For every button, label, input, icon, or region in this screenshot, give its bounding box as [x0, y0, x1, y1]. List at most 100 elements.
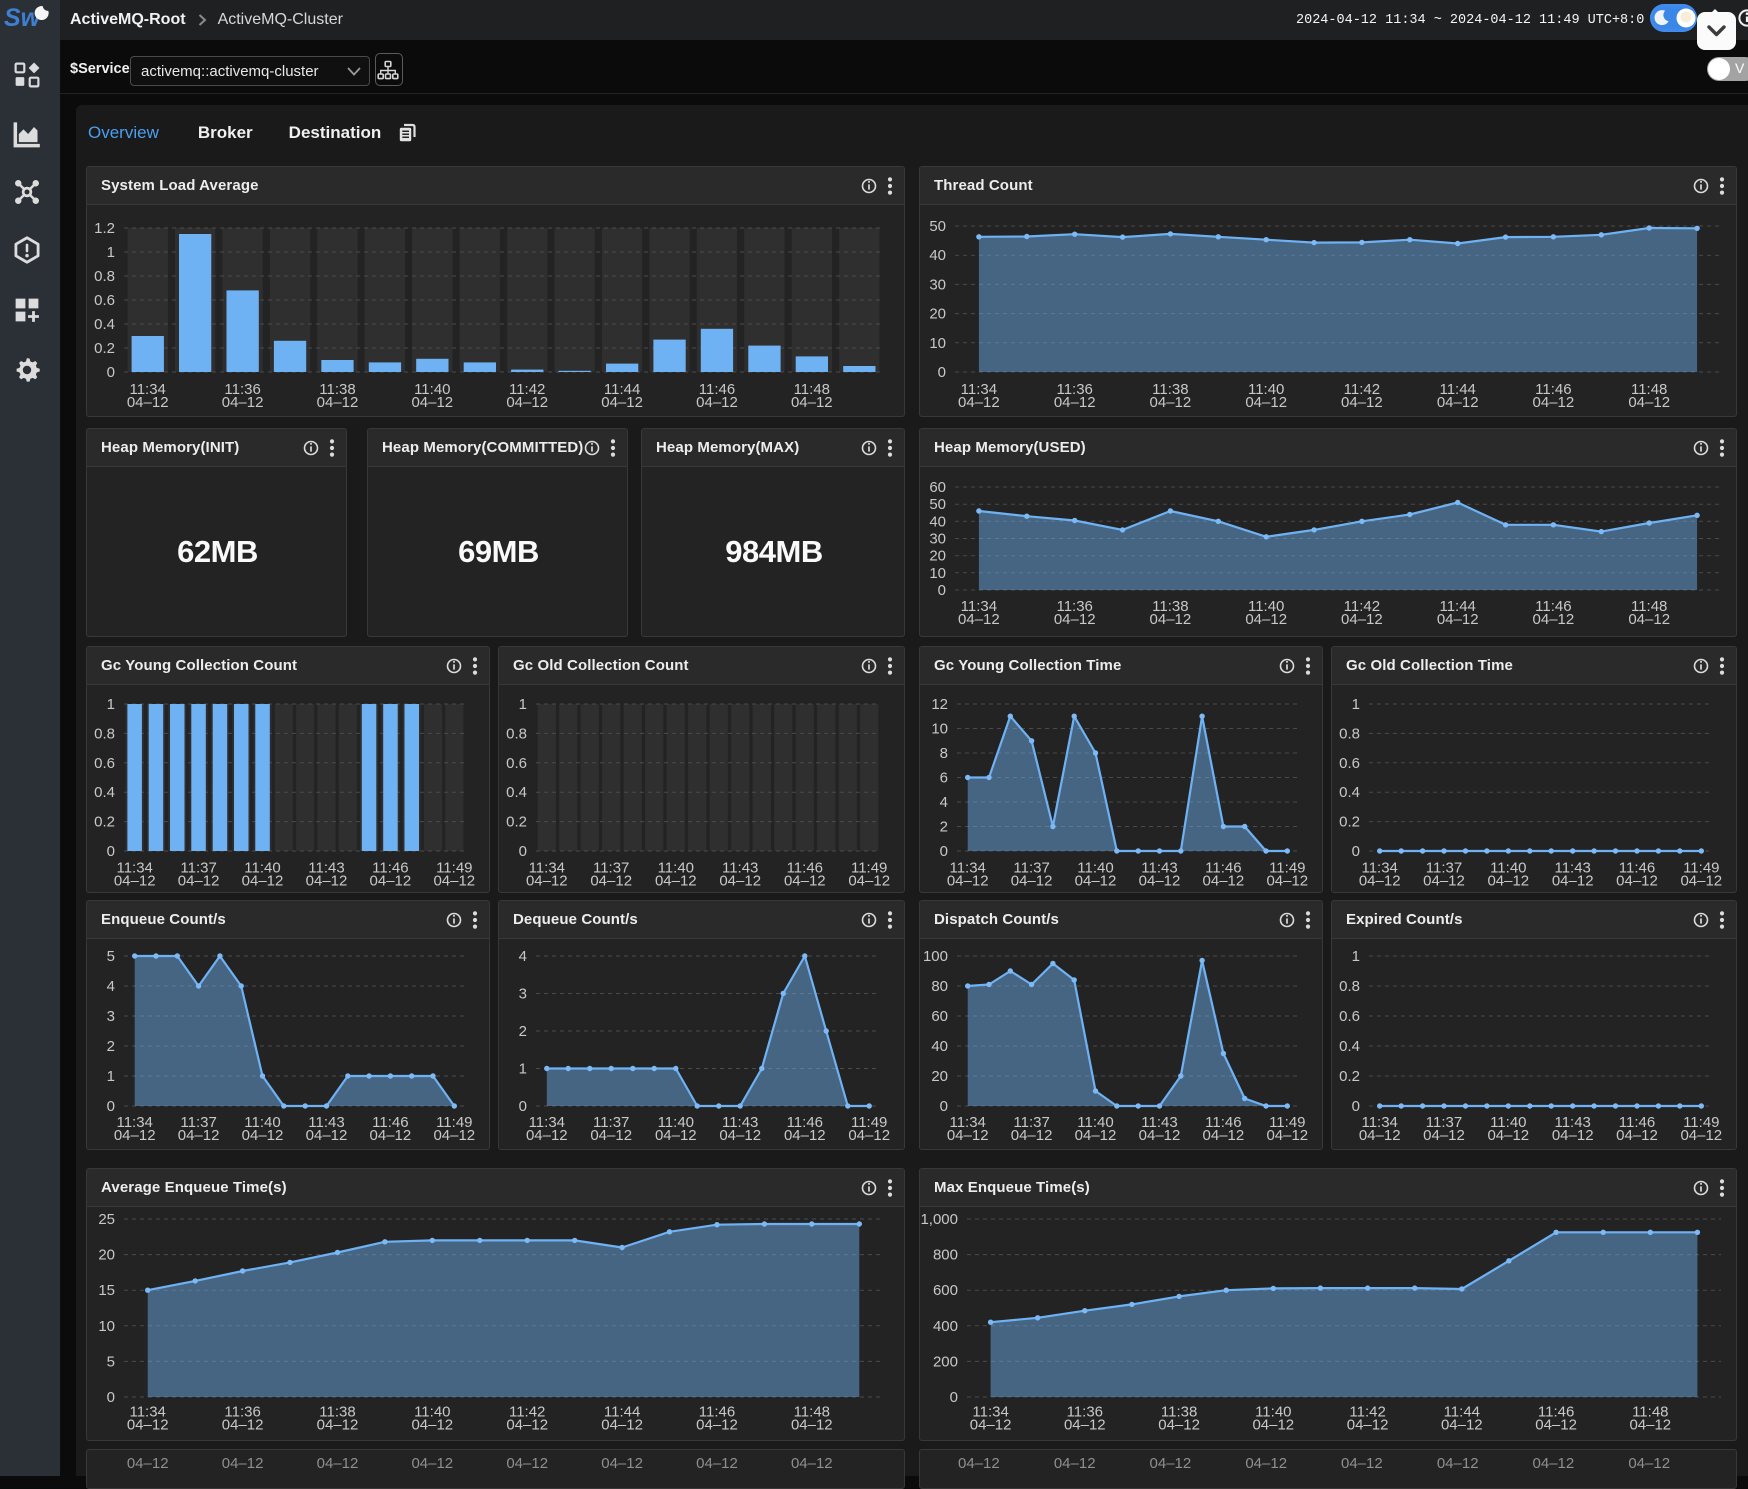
svg-text:04–12: 04–12 [242, 1127, 284, 1144]
svg-text:1,000: 1,000 [920, 1211, 958, 1228]
svg-text:10: 10 [929, 565, 946, 582]
svg-text:04–12: 04–12 [791, 394, 833, 411]
svg-text:200: 200 [933, 1353, 958, 1370]
svg-text:0: 0 [107, 1098, 115, 1115]
svg-text:0: 0 [519, 843, 527, 860]
svg-text:3: 3 [107, 1008, 115, 1025]
svg-text:04–12: 04–12 [970, 1417, 1012, 1434]
svg-text:04–12: 04–12 [590, 873, 632, 890]
svg-text:0: 0 [107, 843, 115, 860]
svg-text:1: 1 [519, 696, 527, 713]
svg-text:04–12: 04–12 [222, 1455, 264, 1472]
svg-text:2: 2 [519, 1023, 527, 1040]
svg-text:04–12: 04–12 [1150, 611, 1192, 628]
svg-text:04–12: 04–12 [958, 1455, 1000, 1472]
svg-text:04–12: 04–12 [1680, 1127, 1722, 1144]
svg-text:04–12: 04–12 [1064, 1417, 1106, 1434]
svg-text:3: 3 [519, 986, 527, 1003]
svg-text:6: 6 [940, 770, 948, 787]
svg-text:04–12: 04–12 [1341, 611, 1383, 628]
svg-text:04–12: 04–12 [1487, 873, 1529, 890]
svg-text:0: 0 [1352, 843, 1360, 860]
svg-text:04–12: 04–12 [791, 1455, 833, 1472]
svg-text:04–12: 04–12 [1359, 1127, 1401, 1144]
svg-text:04–12: 04–12 [1680, 873, 1722, 890]
svg-text:40: 40 [929, 247, 946, 264]
svg-text:04–12: 04–12 [127, 1455, 169, 1472]
svg-text:15: 15 [98, 1282, 115, 1299]
svg-text:04–12: 04–12 [317, 1455, 359, 1472]
svg-text:1.2: 1.2 [94, 220, 115, 237]
svg-text:04–12: 04–12 [958, 394, 1000, 411]
svg-text:04–12: 04–12 [433, 873, 475, 890]
svg-text:0.8: 0.8 [1339, 978, 1360, 995]
svg-text:04–12: 04–12 [1533, 611, 1575, 628]
svg-text:04–12: 04–12 [1616, 1127, 1658, 1144]
svg-text:04–12: 04–12 [506, 1455, 548, 1472]
svg-text:04–12: 04–12 [784, 873, 826, 890]
svg-text:04–12: 04–12 [526, 873, 568, 890]
svg-text:0: 0 [107, 1389, 115, 1406]
svg-text:1: 1 [1352, 948, 1360, 965]
svg-text:0.8: 0.8 [94, 268, 115, 285]
svg-text:04–12: 04–12 [127, 394, 169, 411]
svg-text:0.6: 0.6 [1339, 755, 1360, 772]
svg-text:80: 80 [931, 978, 948, 995]
svg-text:2: 2 [107, 1038, 115, 1055]
svg-text:60: 60 [931, 1008, 948, 1025]
svg-text:04–12: 04–12 [1629, 1417, 1671, 1434]
svg-text:04–12: 04–12 [411, 394, 453, 411]
svg-text:04–12: 04–12 [848, 873, 890, 890]
svg-text:04–12: 04–12 [1441, 1417, 1483, 1434]
svg-text:30: 30 [929, 276, 946, 293]
svg-text:0: 0 [107, 364, 115, 381]
svg-text:100: 100 [923, 948, 948, 965]
svg-text:04–12: 04–12 [1437, 394, 1479, 411]
svg-text:4: 4 [519, 948, 527, 965]
svg-text:0.2: 0.2 [94, 340, 115, 357]
svg-text:20: 20 [931, 1068, 948, 1085]
svg-text:600: 600 [933, 1282, 958, 1299]
svg-text:60: 60 [929, 479, 946, 496]
svg-text:12: 12 [931, 696, 948, 713]
svg-text:10: 10 [929, 335, 946, 352]
svg-text:04–12: 04–12 [655, 1127, 697, 1144]
svg-text:04–12: 04–12 [719, 873, 761, 890]
svg-text:04–12: 04–12 [506, 394, 548, 411]
svg-text:4: 4 [940, 794, 948, 811]
svg-text:04–12: 04–12 [1487, 1127, 1529, 1144]
svg-text:04–12: 04–12 [317, 1417, 359, 1434]
svg-text:0: 0 [940, 1098, 948, 1115]
svg-text:04–12: 04–12 [411, 1417, 453, 1434]
svg-text:04–12: 04–12 [178, 873, 220, 890]
svg-text:04–12: 04–12 [317, 394, 359, 411]
svg-text:04–12: 04–12 [1011, 873, 1053, 890]
svg-text:0.2: 0.2 [1339, 1068, 1360, 1085]
svg-text:04–12: 04–12 [601, 1417, 643, 1434]
svg-text:04–12: 04–12 [696, 1417, 738, 1434]
svg-text:04–12: 04–12 [1628, 394, 1670, 411]
svg-text:1: 1 [107, 696, 115, 713]
svg-text:20: 20 [98, 1247, 115, 1264]
svg-text:0: 0 [938, 364, 946, 381]
svg-text:0.4: 0.4 [1339, 784, 1360, 801]
svg-text:04–12: 04–12 [1359, 873, 1401, 890]
svg-text:0: 0 [938, 582, 946, 599]
svg-text:04–12: 04–12 [655, 873, 697, 890]
svg-text:04–12: 04–12 [1266, 1127, 1308, 1144]
svg-text:1: 1 [107, 244, 115, 261]
svg-text:04–12: 04–12 [526, 1127, 568, 1144]
svg-text:04–12: 04–12 [1533, 1455, 1575, 1472]
svg-text:04–12: 04–12 [1552, 1127, 1594, 1144]
svg-text:04–12: 04–12 [1252, 1417, 1294, 1434]
svg-text:04–12: 04–12 [1628, 611, 1670, 628]
svg-text:0.4: 0.4 [506, 784, 527, 801]
svg-text:04–12: 04–12 [1535, 1417, 1577, 1434]
svg-text:0.6: 0.6 [506, 755, 527, 772]
svg-text:50: 50 [929, 496, 946, 513]
svg-text:25: 25 [98, 1211, 115, 1228]
svg-text:04–12: 04–12 [306, 873, 348, 890]
svg-text:50: 50 [929, 218, 946, 235]
svg-text:20: 20 [929, 306, 946, 323]
svg-text:04–12: 04–12 [1011, 1127, 1053, 1144]
